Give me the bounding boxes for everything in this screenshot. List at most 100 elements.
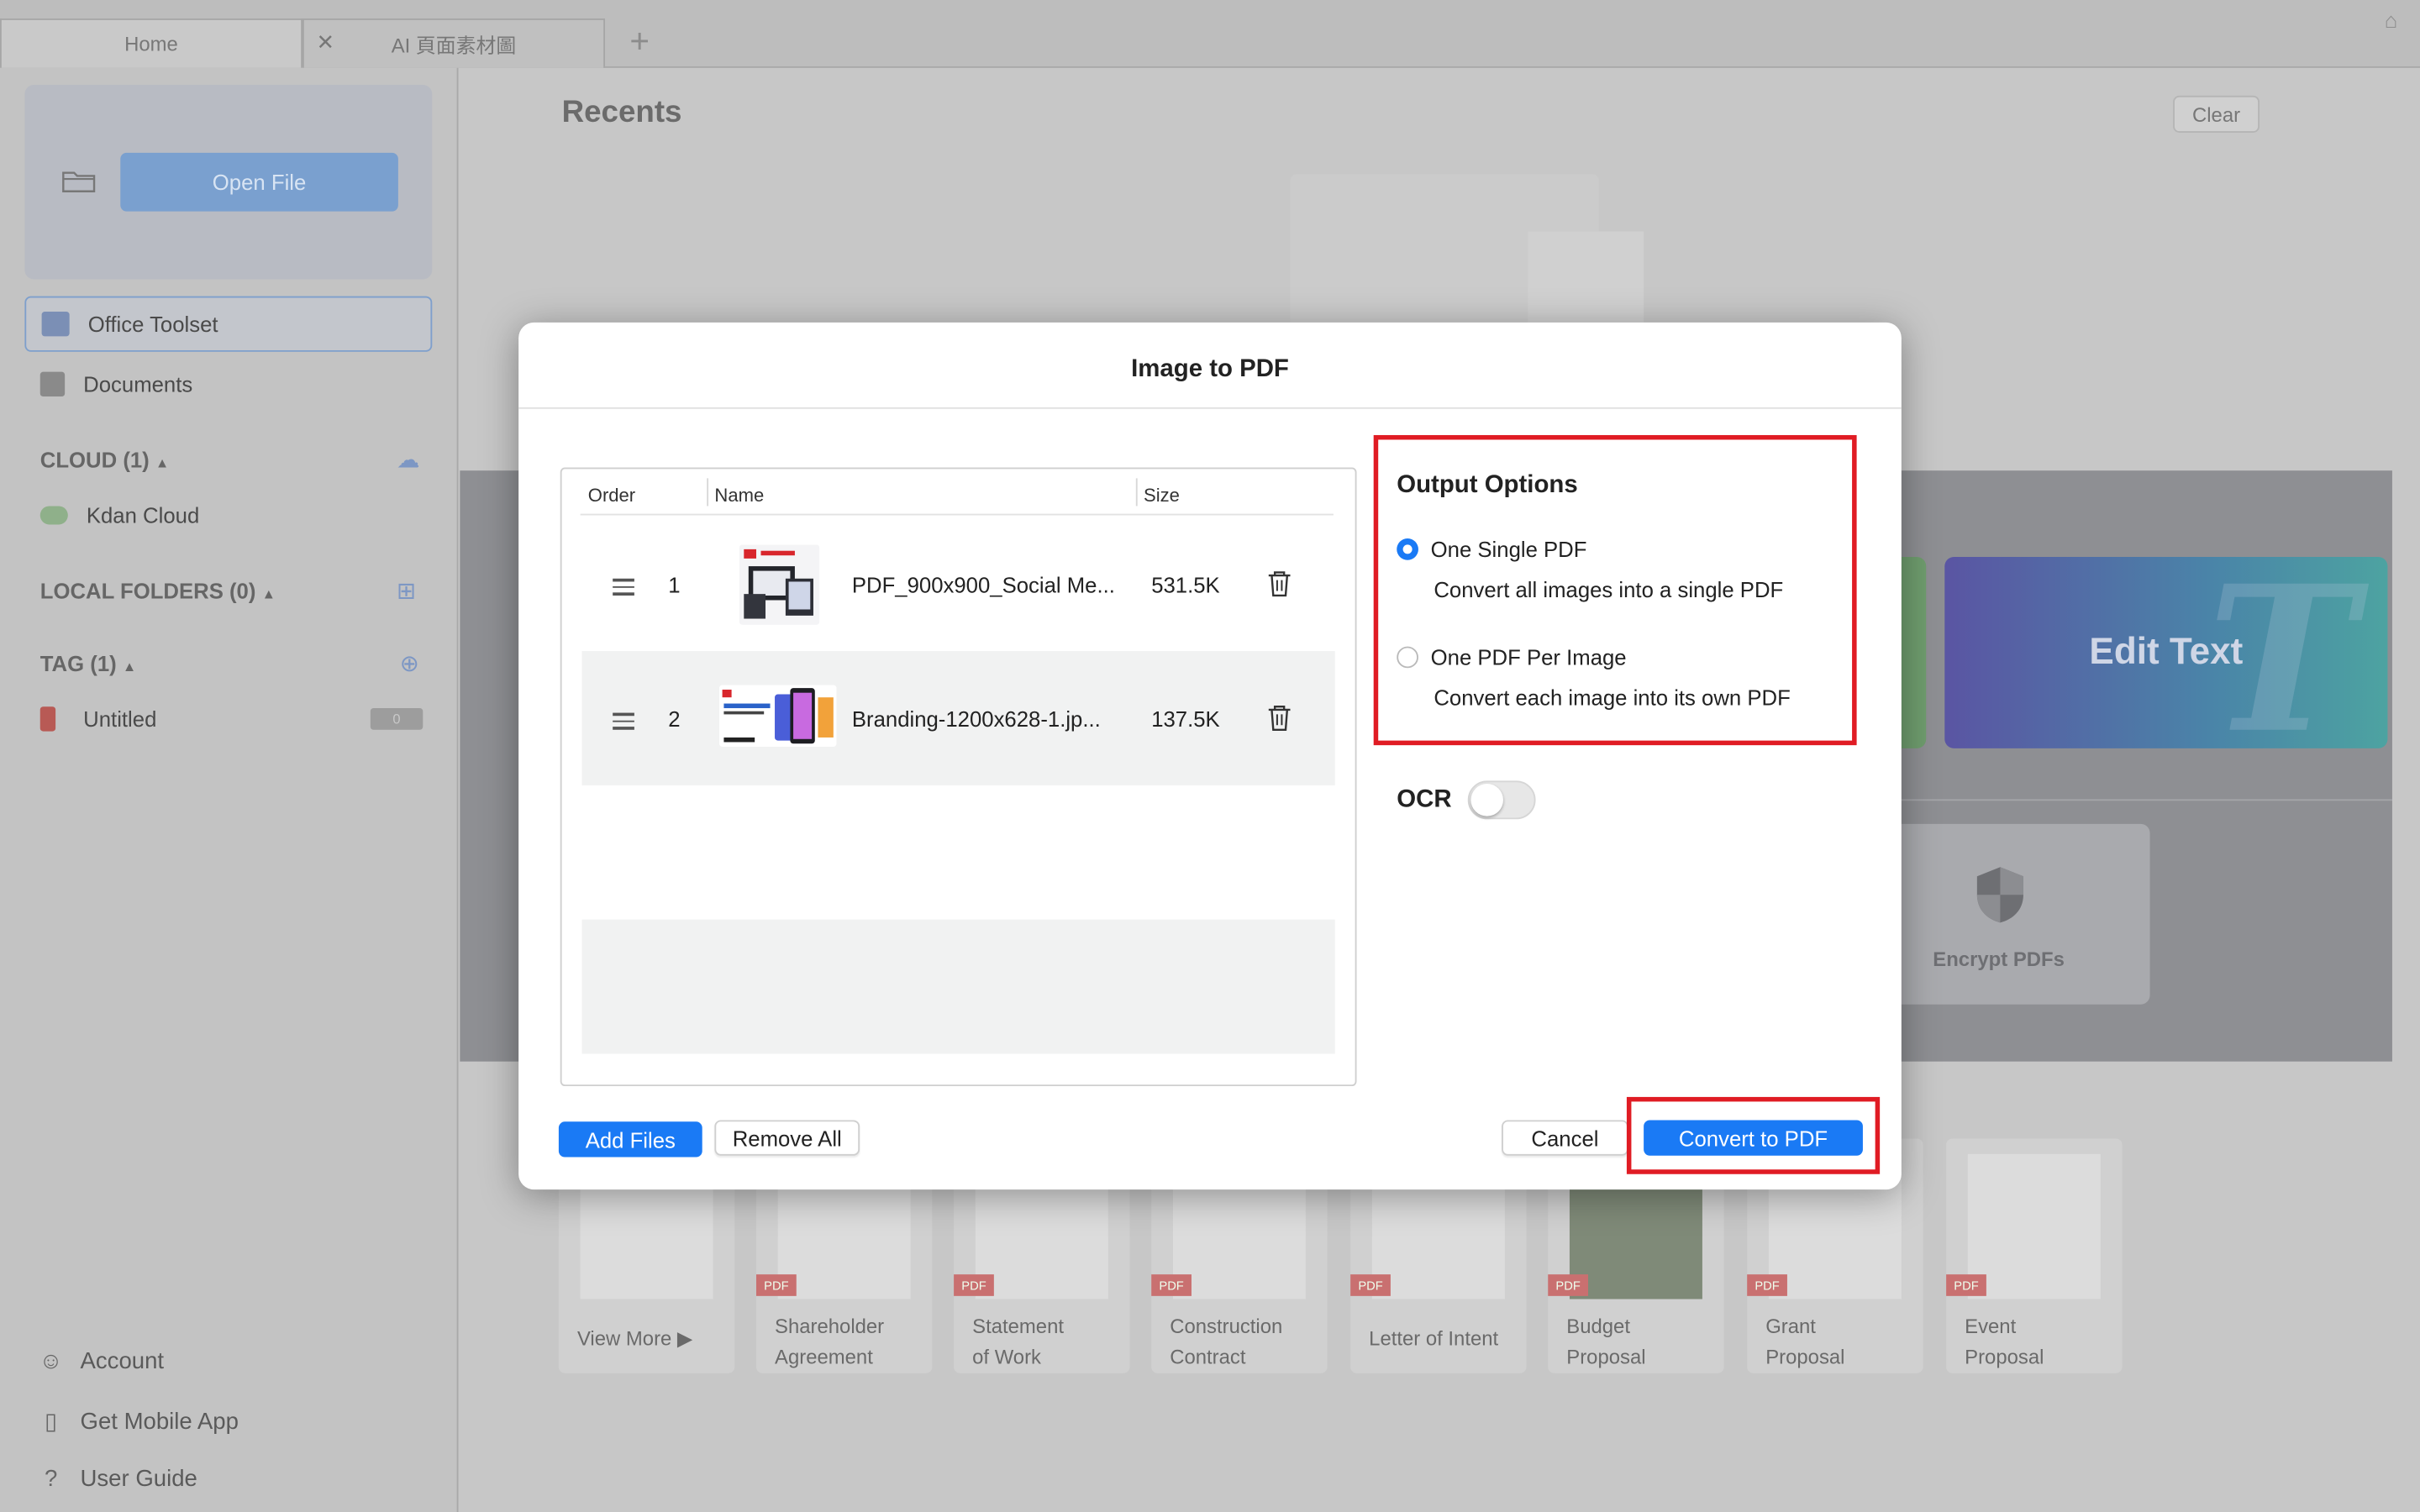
sidebar-item-documents[interactable]: Documents bbox=[24, 356, 432, 412]
template-label-line: Agreement bbox=[775, 1345, 873, 1369]
ocr-label: OCR bbox=[1397, 786, 1452, 813]
local-folders-header[interactable]: LOCAL FOLDERS (0) ▲ bbox=[40, 579, 276, 603]
header-divider bbox=[580, 513, 1334, 516]
user-guide-label: User Guide bbox=[80, 1465, 197, 1493]
briefcase-icon bbox=[41, 312, 70, 337]
output-options-title: Output Options bbox=[1397, 472, 1578, 499]
template-label-line: Proposal bbox=[1765, 1345, 1845, 1369]
file-list-table: Order Name Size 1 PDF_900x900_Social Me.… bbox=[560, 467, 1357, 1087]
pdf-badge: PDF bbox=[1747, 1274, 1787, 1296]
column-divider bbox=[707, 478, 709, 507]
template-card-event-proposal[interactable]: PDF Event Proposal bbox=[1946, 1138, 2123, 1373]
table-row[interactable]: 1 PDF_900x900_Social Me... 531.5K bbox=[581, 517, 1334, 651]
edit-text-card[interactable]: T Edit Text bbox=[1944, 557, 2388, 748]
template-thumbnail bbox=[1967, 1153, 2101, 1299]
trash-icon[interactable] bbox=[1267, 704, 1292, 732]
clear-button[interactable]: Clear bbox=[2173, 95, 2260, 133]
folder-icon[interactable] bbox=[61, 168, 96, 192]
cloud-upload-icon[interactable]: ☁ bbox=[397, 446, 428, 474]
pdf-badge: PDF bbox=[756, 1274, 797, 1296]
option-desc-per-image: Convert each image into its own PDF bbox=[1434, 685, 1791, 710]
encrypt-pdfs-card[interactable]: Encrypt PDFs bbox=[1898, 823, 2150, 1005]
tab-home-label: Home bbox=[124, 32, 178, 56]
convert-to-pdf-button[interactable]: Convert to PDF bbox=[1644, 1120, 1863, 1156]
cloud-section-header[interactable]: CLOUD (1) ▲ bbox=[40, 448, 170, 472]
file-size: 137.5K bbox=[1151, 706, 1220, 732]
toggle-knob bbox=[1470, 784, 1503, 816]
drag-handle-icon[interactable] bbox=[613, 712, 634, 729]
column-header-order[interactable]: Order bbox=[588, 485, 635, 507]
account-link[interactable]: ☺ Account bbox=[37, 1348, 165, 1375]
pdf-badge: PDF bbox=[1946, 1274, 1986, 1296]
template-label: Construction Contract bbox=[1170, 1311, 1324, 1373]
view-more-label: View More ▶ bbox=[576, 1326, 693, 1351]
remove-all-button[interactable]: Remove All bbox=[714, 1120, 860, 1156]
home-corner-icon[interactable]: ⌂ bbox=[2385, 8, 2409, 32]
dialog-divider bbox=[518, 407, 1902, 409]
table-row[interactable]: 2 Branding-1200x628-1.jp... 137.5K bbox=[581, 651, 1335, 785]
template-label: Event Proposal bbox=[1965, 1311, 2119, 1373]
calendar-icon bbox=[39, 371, 66, 397]
add-folder-icon[interactable]: ⊞ bbox=[397, 577, 428, 605]
cancel-button[interactable]: Cancel bbox=[1502, 1120, 1628, 1156]
encrypt-pdfs-label: Encrypt PDFs bbox=[1933, 947, 2065, 971]
add-tag-icon[interactable]: ⊕ bbox=[400, 649, 431, 677]
tag-icon bbox=[39, 706, 56, 732]
empty-recents-illustration-page bbox=[1528, 231, 1644, 324]
template-label-line: Statement bbox=[972, 1314, 1064, 1338]
template-label: Statement of Work bbox=[972, 1311, 1127, 1373]
sidebar-item-kdan-cloud[interactable]: Kdan Cloud bbox=[24, 487, 432, 543]
image-thumbnail bbox=[718, 685, 837, 747]
file-size: 531.5K bbox=[1151, 572, 1220, 597]
account-label: Account bbox=[80, 1348, 165, 1375]
pdf-badge: PDF bbox=[1350, 1274, 1391, 1296]
template-label-line: Grant bbox=[1765, 1314, 1816, 1338]
add-files-button[interactable]: Add Files bbox=[558, 1121, 702, 1158]
person-icon: ☺ bbox=[39, 1348, 63, 1375]
tab-ai-assets[interactable]: ✕ AI 頁面素材圖 bbox=[302, 18, 606, 68]
option-label-single[interactable]: One Single PDF bbox=[1431, 537, 1587, 561]
sidebar-item-office-toolset[interactable]: Office Toolset bbox=[24, 296, 433, 352]
get-mobile-app-link[interactable]: ▯ Get Mobile App bbox=[37, 1407, 239, 1435]
template-label-line: Construction bbox=[1170, 1314, 1283, 1338]
tab-bar: Home ✕ AI 頁面素材圖 + ⌂ bbox=[0, 0, 2420, 68]
open-file-button[interactable]: Open File bbox=[120, 152, 398, 212]
cloud-header-label: CLOUD (1) bbox=[39, 447, 150, 473]
recents-title: Recents bbox=[561, 95, 682, 130]
tool-card-partial[interactable] bbox=[1901, 557, 1927, 748]
new-tab-button[interactable]: + bbox=[629, 22, 650, 62]
column-divider bbox=[1135, 478, 1138, 507]
radio-one-single-pdf[interactable] bbox=[1397, 538, 1418, 560]
trash-icon[interactable] bbox=[1267, 570, 1292, 597]
column-header-size[interactable]: Size bbox=[1144, 485, 1180, 507]
file-name: Branding-1200x628-1.jp... bbox=[851, 706, 1101, 732]
caret-up-icon: ▲ bbox=[155, 454, 170, 471]
template-label-line: Proposal bbox=[1566, 1345, 1646, 1369]
tag-section-header[interactable]: TAG (1) ▲ bbox=[40, 651, 136, 675]
tag-count-badge: 0 bbox=[370, 708, 424, 730]
radio-one-pdf-per-image[interactable] bbox=[1397, 646, 1418, 669]
caret-up-icon: ▲ bbox=[261, 585, 276, 602]
tab-home[interactable]: Home bbox=[0, 18, 303, 68]
column-header-name[interactable]: Name bbox=[714, 485, 764, 507]
mobile-icon: ▯ bbox=[45, 1408, 58, 1436]
tab-ai-assets-label: AI 頁面素材圖 bbox=[391, 34, 517, 57]
drag-handle-icon[interactable] bbox=[613, 578, 634, 596]
template-label-line: Contract bbox=[1170, 1345, 1246, 1369]
user-guide-link[interactable]: ? User Guide bbox=[37, 1466, 197, 1492]
sidebar-item-label: Office Toolset bbox=[87, 312, 218, 337]
question-icon: ? bbox=[44, 1465, 58, 1493]
sidebar-item-label: Kdan Cloud bbox=[86, 502, 200, 528]
row-order: 2 bbox=[668, 706, 681, 732]
caret-up-icon: ▲ bbox=[122, 659, 137, 675]
close-icon[interactable]: ✕ bbox=[317, 29, 335, 55]
pdf-badge: PDF bbox=[954, 1274, 994, 1296]
band-divider bbox=[1898, 799, 2392, 801]
shield-icon bbox=[1976, 867, 2023, 923]
ocr-toggle[interactable] bbox=[1467, 780, 1536, 820]
template-label: Grant Proposal bbox=[1765, 1311, 1920, 1373]
cloud-icon bbox=[39, 506, 68, 525]
edit-text-label: Edit Text bbox=[2089, 631, 2244, 673]
template-label-line: Budget bbox=[1566, 1314, 1630, 1338]
option-label-per-image[interactable]: One PDF Per Image bbox=[1431, 645, 1627, 669]
